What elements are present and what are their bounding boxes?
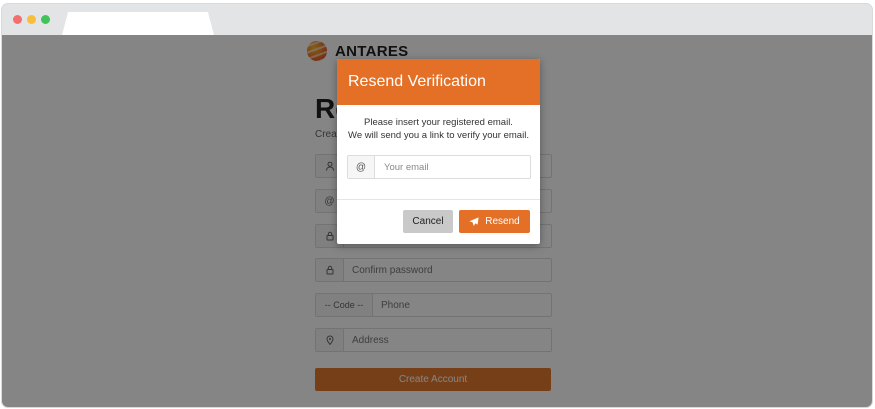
close-window-button[interactable]: [13, 15, 22, 24]
send-icon: [469, 216, 479, 226]
modal-description-line1: Please insert your registered email.: [364, 117, 513, 128]
resend-email-input[interactable]: [375, 156, 524, 178]
modal-description: Please insert your registered email. We …: [337, 116, 540, 142]
modal-divider: [337, 199, 540, 200]
resend-button[interactable]: Resend: [459, 210, 530, 233]
browser-titlebar: [2, 4, 872, 35]
minimize-window-button[interactable]: [27, 15, 36, 24]
resend-button-label: Resend: [485, 216, 520, 227]
at-icon: @: [348, 156, 375, 178]
resend-verification-modal: Resend Verification Please insert your r…: [337, 59, 540, 244]
browser-window: ANTARES Re Creat @ Confirm password -- C…: [2, 4, 872, 407]
page-viewport: ANTARES Re Creat @ Confirm password -- C…: [2, 35, 872, 407]
resend-email-group: @: [347, 155, 531, 179]
modal-header: Resend Verification: [337, 59, 540, 105]
browser-tab[interactable]: [62, 12, 214, 35]
cancel-button[interactable]: Cancel: [403, 210, 453, 233]
modal-description-line2: We will send you a link to verify your e…: [348, 130, 529, 141]
modal-title: Resend Verification: [348, 73, 486, 90]
maximize-window-button[interactable]: [41, 15, 50, 24]
